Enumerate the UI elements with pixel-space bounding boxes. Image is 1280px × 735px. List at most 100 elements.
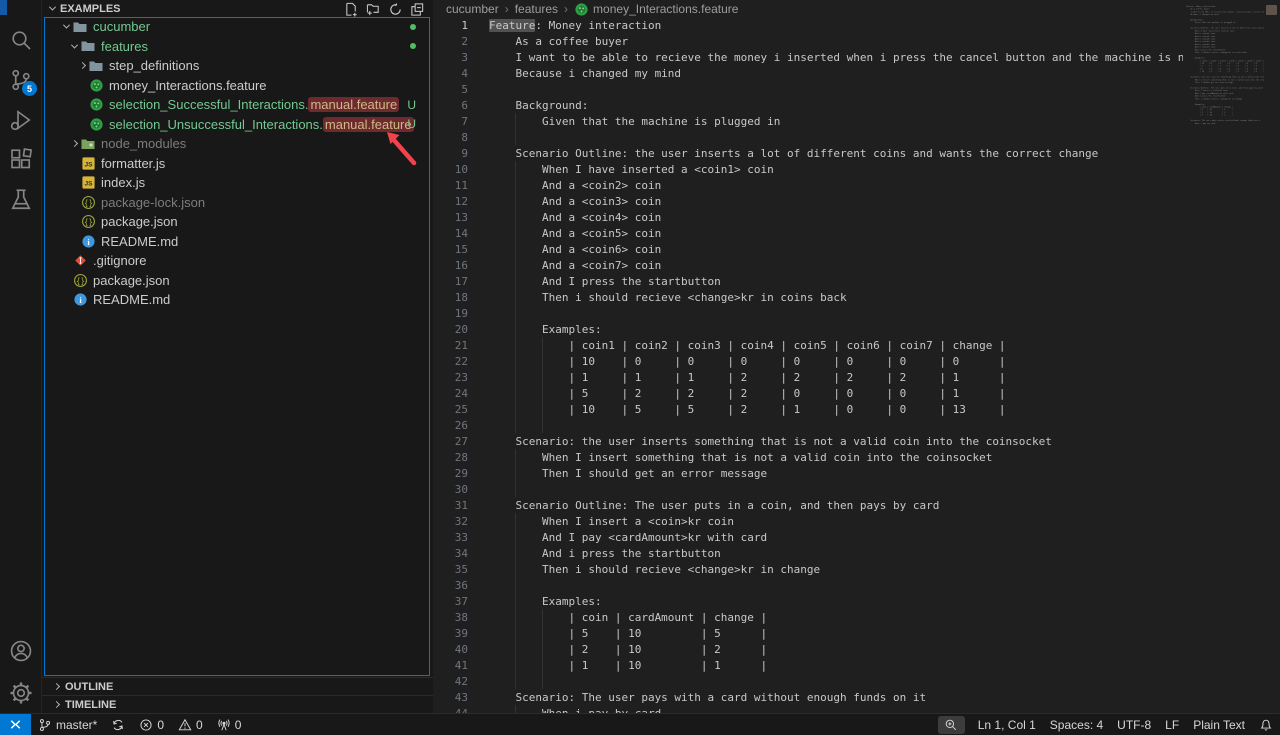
- line-number: 34: [433, 547, 468, 560]
- activitybar-settings-gear-button[interactable]: [0, 673, 42, 713]
- line-number: 7: [433, 115, 468, 128]
- tree-item-step-definitions[interactable]: step_definitions: [45, 56, 429, 76]
- outline-section-header[interactable]: OUTLINE: [42, 677, 433, 695]
- status-encoding[interactable]: UTF-8: [1110, 714, 1158, 735]
- breadcrumb-item-cucumber[interactable]: cucumber: [446, 2, 499, 16]
- status-errors[interactable]: 0: [132, 714, 171, 735]
- tree-item-package-lock-json[interactable]: {}package-lock.json: [45, 193, 429, 213]
- code-editor[interactable]: 1Feature: Money interaction2 As a coffee…: [433, 17, 1183, 713]
- status-warnings[interactable]: 0: [171, 714, 210, 735]
- chevron-right-icon[interactable]: [68, 141, 80, 146]
- tree-item-selection-successful-interactions-manual-feature[interactable]: selection_Successful_Interactions.manual…: [45, 95, 429, 115]
- activitybar-search-button[interactable]: [0, 20, 42, 60]
- json-icon: {}: [81, 195, 96, 210]
- indent-guide: [515, 417, 516, 433]
- warning-icon: [178, 718, 192, 732]
- code-line-20: 20 Examples:: [433, 321, 1183, 337]
- error-icon: [139, 718, 153, 732]
- cucumber-icon: [89, 97, 104, 112]
- code-line-25: 25 | 10 | 5 | 5 | 2 | 1 | 0 | 0 | 13 |: [433, 401, 1183, 417]
- tree-item-package-json[interactable]: {}package.json: [45, 271, 429, 291]
- line-number: 11: [433, 179, 468, 192]
- code-line-28: 28 When I insert something that is not a…: [433, 449, 1183, 465]
- line-number: 38: [433, 611, 468, 624]
- activitybar-account-button[interactable]: [0, 631, 42, 671]
- tree-item-formatter-js[interactable]: JSformatter.js: [45, 154, 429, 174]
- git-untracked-badge: U: [407, 115, 416, 135]
- line-number: 24: [433, 387, 468, 400]
- activitybar-extensions-button[interactable]: [0, 140, 42, 180]
- activity-bar: 5: [0, 0, 42, 713]
- status-indentation[interactable]: Spaces: 4: [1043, 714, 1110, 735]
- activitybar-run-debug-button[interactable]: [0, 100, 42, 140]
- filename-match-highlight: manual.feature: [323, 117, 414, 132]
- svg-text:JS: JS: [84, 181, 93, 188]
- activitybar-source-control-button[interactable]: 5: [0, 60, 42, 100]
- timeline-section-header[interactable]: TIMELINE: [42, 695, 433, 713]
- refresh-button[interactable]: [387, 1, 403, 17]
- code-line-3: 3 I want to be able to recieve the money…: [433, 49, 1183, 65]
- new-file-button[interactable]: [343, 1, 359, 17]
- scrollbar-thumb[interactable]: [1266, 5, 1277, 15]
- line-number: 3: [433, 51, 468, 64]
- status-screencast-zoom[interactable]: [938, 716, 965, 734]
- status-sync[interactable]: [104, 714, 132, 735]
- code-text: Background:: [489, 99, 588, 112]
- tree-item-features[interactable]: features: [45, 37, 429, 57]
- minimap[interactable]: Feature: Money interaction As a coffee b…: [1183, 0, 1264, 713]
- activitybar-testing-button[interactable]: [0, 180, 42, 220]
- status-cursor-position[interactable]: Ln 1, Col 1: [971, 714, 1043, 735]
- code-line-5: 5: [433, 81, 1183, 97]
- indent-guide: [515, 305, 516, 321]
- tree-item-selection-unsuccessful-interactions-manual-feature[interactable]: selection_Unsuccessful_Interactions.manu…: [45, 115, 429, 135]
- tree-item-index-js[interactable]: JSindex.js: [45, 173, 429, 193]
- tree-item-package-json[interactable]: {}package.json: [45, 212, 429, 232]
- chevron-down-icon[interactable]: [68, 44, 80, 49]
- status-ports[interactable]: 0: [210, 714, 249, 735]
- tree-item-cucumber[interactable]: cucumber: [45, 17, 429, 37]
- tree-item-readme-md[interactable]: iREADME.md: [45, 290, 429, 310]
- line-number: 12: [433, 195, 468, 208]
- status-git-branch[interactable]: master*: [31, 714, 104, 735]
- tree-item-readme-md[interactable]: iREADME.md: [45, 232, 429, 252]
- explorer-actions: [343, 1, 425, 17]
- status-bar: master*000 Ln 1, Col 1Spaces: 4UTF-8LFPl…: [0, 713, 1280, 735]
- extensions-icon: [9, 148, 33, 172]
- tree-item-gitignore[interactable]: .gitignore: [45, 251, 429, 271]
- collapse-all-button[interactable]: [409, 1, 425, 17]
- code-text: Scenario Outline: The user puts in a coi…: [489, 499, 939, 512]
- status-notifications[interactable]: [1252, 714, 1280, 735]
- js-icon: JS: [81, 156, 96, 171]
- zoom-icon: [944, 718, 958, 732]
- breadcrumb-item-money-interactions-feature[interactable]: money_Interactions.feature: [593, 2, 738, 16]
- bell-icon: [1259, 718, 1273, 732]
- status-remote[interactable]: [0, 714, 31, 735]
- tree-item-money-interactions-feature[interactable]: money_Interactions.feature: [45, 76, 429, 96]
- code-text: And a <coin3> coin: [489, 195, 661, 208]
- svg-text:{}: {}: [75, 276, 84, 285]
- line-number: 10: [433, 163, 468, 176]
- svg-text:{}: {}: [83, 218, 92, 227]
- status-errors-label: 0: [157, 718, 164, 732]
- breadcrumb-item-features[interactable]: features: [515, 2, 558, 16]
- status-eol[interactable]: LF: [1158, 714, 1186, 735]
- chevron-down-icon[interactable]: [60, 24, 72, 29]
- status-indentation-label: Spaces: 4: [1050, 718, 1103, 732]
- new-folder-button[interactable]: [365, 1, 381, 17]
- indent-guide: [515, 129, 516, 145]
- code-line-37: 37 Examples:: [433, 593, 1183, 609]
- chevron-right-icon[interactable]: [76, 63, 88, 68]
- code-text: | 10 | 5 | 5 | 2 | 1 | 0 | 0 | 13 |: [489, 403, 1006, 416]
- tree-item-node-modules[interactable]: node_modules: [45, 134, 429, 154]
- line-number: 13: [433, 211, 468, 224]
- settings-gear-icon: [9, 681, 33, 705]
- line-number: 42: [433, 675, 468, 688]
- status-language-mode[interactable]: Plain Text: [1186, 714, 1252, 735]
- new-folder-icon: [366, 2, 381, 17]
- code-text: | 1 | 1 | 1 | 2 | 2 | 2 | 2 | 1 |: [489, 371, 1006, 384]
- overview-ruler[interactable]: [1264, 0, 1280, 713]
- code-line-35: 35 Then i should recieve <change>kr in c…: [433, 561, 1183, 577]
- explorer-section-header[interactable]: EXAMPLES: [42, 0, 433, 17]
- code-line-19: 19: [433, 305, 1183, 321]
- indent-guide: [515, 577, 516, 593]
